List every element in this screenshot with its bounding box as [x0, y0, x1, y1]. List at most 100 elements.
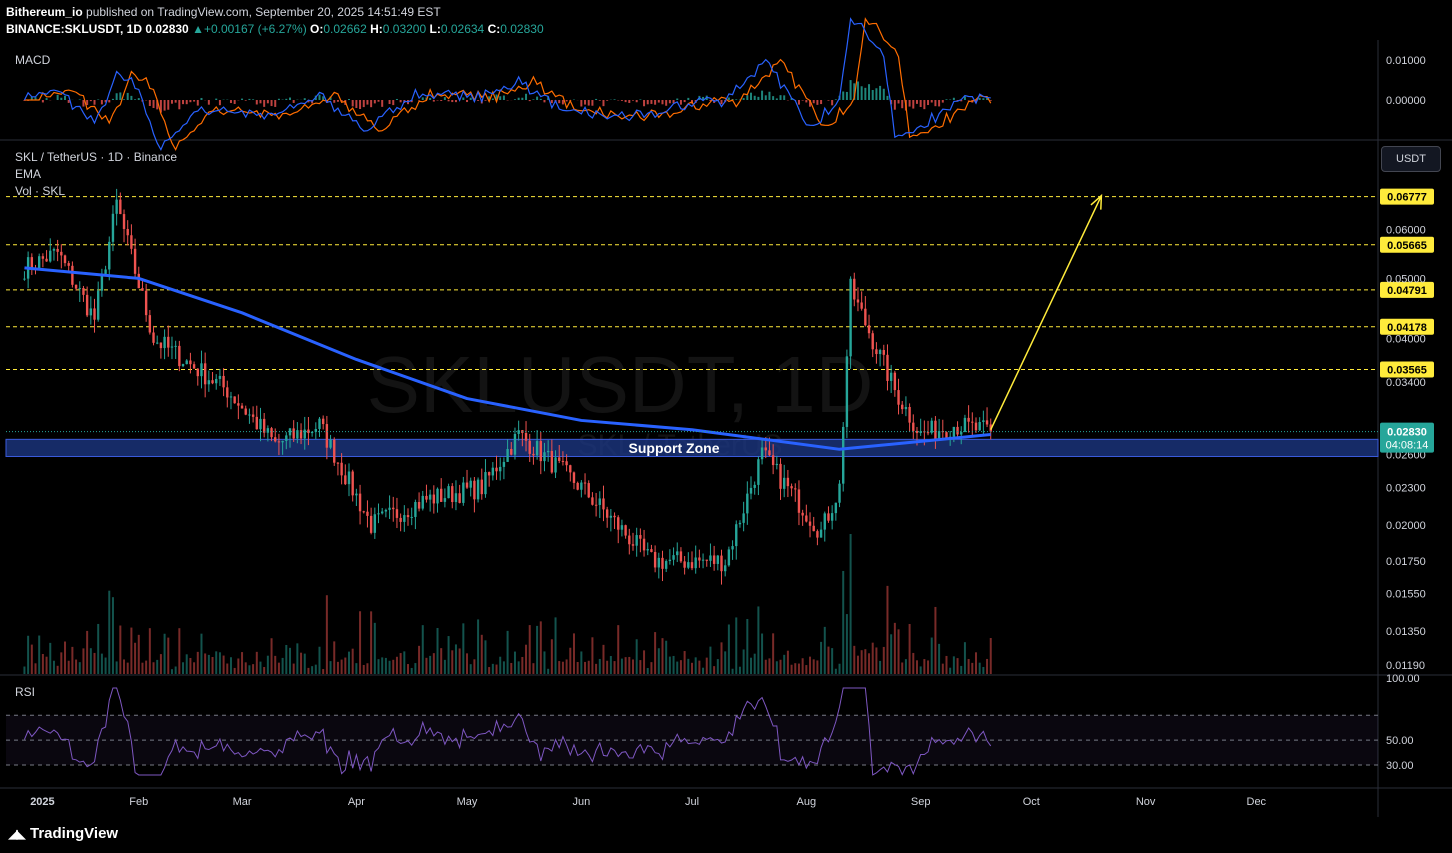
candle-body: [749, 487, 753, 494]
candle-body: [303, 429, 306, 439]
volume-bar: [288, 647, 291, 674]
macd-histogram-bar: [897, 100, 900, 104]
candle-body: [93, 308, 96, 320]
candle-body: [853, 278, 856, 300]
macd-histogram-bar: [178, 100, 181, 110]
volume-bar: [233, 667, 236, 674]
macd-histogram-bar: [934, 100, 937, 107]
candle-body: [723, 565, 727, 572]
candle-body: [587, 483, 590, 498]
macd-histogram-bar: [927, 100, 930, 106]
volume-bar: [927, 660, 930, 674]
macd-histogram-bar: [602, 100, 605, 107]
time-axis-tick: Oct: [1023, 796, 1040, 808]
volume-bar: [292, 663, 295, 674]
macd-histogram-bar: [484, 100, 487, 101]
currency-button[interactable]: USDT: [1381, 146, 1441, 172]
macd-histogram-bar: [381, 100, 384, 107]
macd-histogram-bar: [491, 98, 494, 100]
candle-body: [956, 426, 959, 435]
volume-bar: [204, 653, 207, 674]
candle-body: [712, 555, 716, 564]
candle-body: [628, 535, 631, 545]
rsi-axis-tick: 100.00: [1386, 673, 1420, 685]
macd-histogram-bar: [768, 91, 771, 100]
price-axis-tick: 0.02300: [1386, 482, 1426, 494]
macd-histogram-bar: [746, 95, 749, 100]
macd-histogram-bar: [646, 100, 649, 105]
volume-bar: [377, 659, 380, 674]
macd-histogram-bar: [185, 100, 188, 105]
volume-bar: [731, 668, 734, 674]
candle-body: [377, 513, 380, 515]
volume-bar: [469, 664, 472, 674]
candle-body: [126, 228, 129, 236]
volume-bar: [200, 633, 203, 674]
level-price-label: 0.03565: [1387, 364, 1427, 376]
volume-bar: [668, 656, 671, 674]
macd-histogram-bar: [318, 94, 321, 100]
macd-histogram-bar: [941, 100, 944, 103]
volume-bar: [849, 534, 852, 674]
volume-bar: [654, 632, 657, 674]
volume-bar: [761, 633, 764, 674]
macd-histogram-bar: [893, 100, 896, 110]
rsi-legend[interactable]: RSI: [15, 685, 35, 699]
candle-body: [731, 546, 734, 550]
candle-body: [499, 466, 502, 472]
candle-body: [152, 332, 155, 343]
volume-bar: [366, 663, 369, 674]
candle-body: [133, 248, 137, 274]
candle-body: [775, 463, 779, 466]
rsi-band: [6, 715, 1378, 765]
macd-histogram-bar: [193, 100, 196, 102]
volume-bar: [454, 644, 457, 674]
volume-bar: [414, 663, 417, 674]
macd-histogram-bar: [820, 100, 823, 105]
chart-canvas[interactable]: SKLUSDT, 1DSKL / TetherUSSupport Zone0.0…: [0, 0, 1452, 817]
tradingview-logo[interactable]: ◢◣ TradingView: [8, 825, 118, 842]
macd-legend[interactable]: MACD: [15, 53, 50, 67]
macd-histogram-bar: [351, 100, 354, 107]
macd-histogram-bar: [170, 100, 173, 104]
volume-bar: [237, 658, 240, 674]
candle-body: [661, 557, 664, 569]
candle-body: [37, 256, 41, 270]
macd-histogram-bar: [982, 98, 985, 100]
candle-body: [886, 354, 889, 381]
candle-body: [889, 372, 893, 381]
volume-bar: [643, 650, 646, 674]
candle-body: [768, 450, 771, 456]
macd-histogram-bar: [532, 99, 535, 100]
candle-body: [281, 440, 284, 443]
pair-legend[interactable]: SKL / TetherUS · 1D · Binance: [15, 150, 177, 164]
candle-body: [274, 437, 277, 442]
macd-histogram-bar: [654, 100, 657, 105]
volume-bar: [462, 623, 465, 674]
macd-histogram-bar: [229, 100, 232, 104]
macd-histogram-bar: [565, 100, 568, 102]
candle-body: [982, 420, 985, 422]
volume-bar: [145, 660, 148, 674]
candle-body: [428, 494, 432, 500]
candle-body: [650, 549, 653, 552]
volume-bar: [569, 647, 572, 674]
candle-body: [735, 524, 738, 547]
volume-bar: [148, 628, 151, 674]
volume-legend[interactable]: Vol · SKL: [15, 184, 65, 198]
candle-body: [45, 258, 48, 262]
candle-body: [849, 278, 852, 357]
candle-body: [653, 551, 657, 568]
volume-bar: [322, 669, 325, 674]
candle-body: [207, 380, 211, 385]
candle-body: [491, 467, 495, 476]
candle-body: [432, 494, 436, 504]
candle-body: [233, 396, 236, 404]
candle-body: [753, 484, 756, 488]
macd-histogram-bar: [668, 100, 671, 104]
macd-histogram-bar: [255, 100, 258, 105]
volume-bar: [215, 651, 218, 674]
volume-bar: [384, 657, 387, 674]
ema-legend[interactable]: EMA: [15, 167, 41, 181]
candle-body: [358, 493, 362, 512]
